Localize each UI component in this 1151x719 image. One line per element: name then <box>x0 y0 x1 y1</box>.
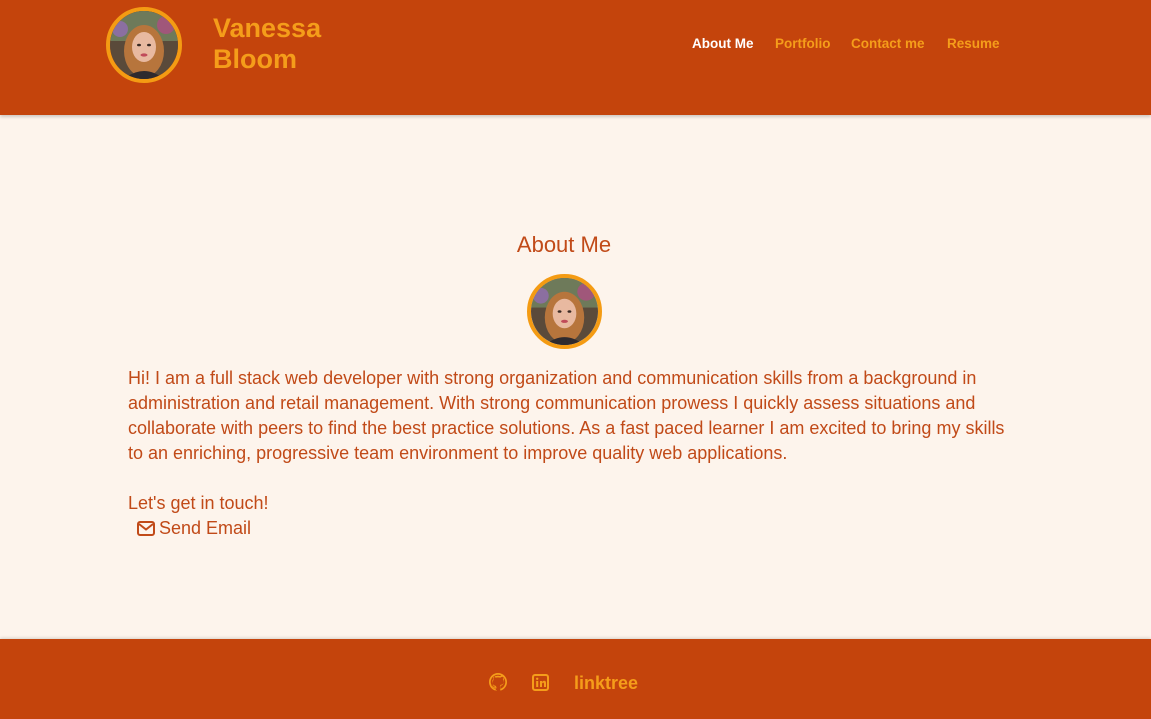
github-link[interactable] <box>489 673 507 696</box>
send-email-label: Send Email <box>159 518 252 538</box>
github-icon <box>489 673 507 692</box>
site-footer: linktree <box>0 639 1151 719</box>
about-avatar <box>527 274 602 349</box>
contact-prompt: Let's get in touch! <box>128 493 269 513</box>
nav-about-me[interactable]: About Me <box>692 36 754 51</box>
site-header: Vanessa Bloom About Me Portfolio Contact… <box>0 0 1151 115</box>
linkedin-icon <box>532 674 549 691</box>
about-photo <box>531 278 598 345</box>
send-email-link[interactable]: Send Email <box>137 516 251 541</box>
about-heading: About Me <box>516 232 612 257</box>
nav-resume[interactable]: Resume <box>947 36 1000 51</box>
envelope-icon <box>137 521 155 536</box>
linkedin-link[interactable] <box>532 674 549 696</box>
bio-paragraph: Hi! I am a full stack web developer with… <box>128 368 1005 463</box>
nav-portfolio[interactable]: Portfolio <box>775 36 831 51</box>
nav-contact-me[interactable]: Contact me <box>851 36 925 51</box>
linktree-link[interactable]: linktree <box>574 673 638 694</box>
main-nav: About Me Portfolio Contact me Resume <box>0 36 1151 56</box>
